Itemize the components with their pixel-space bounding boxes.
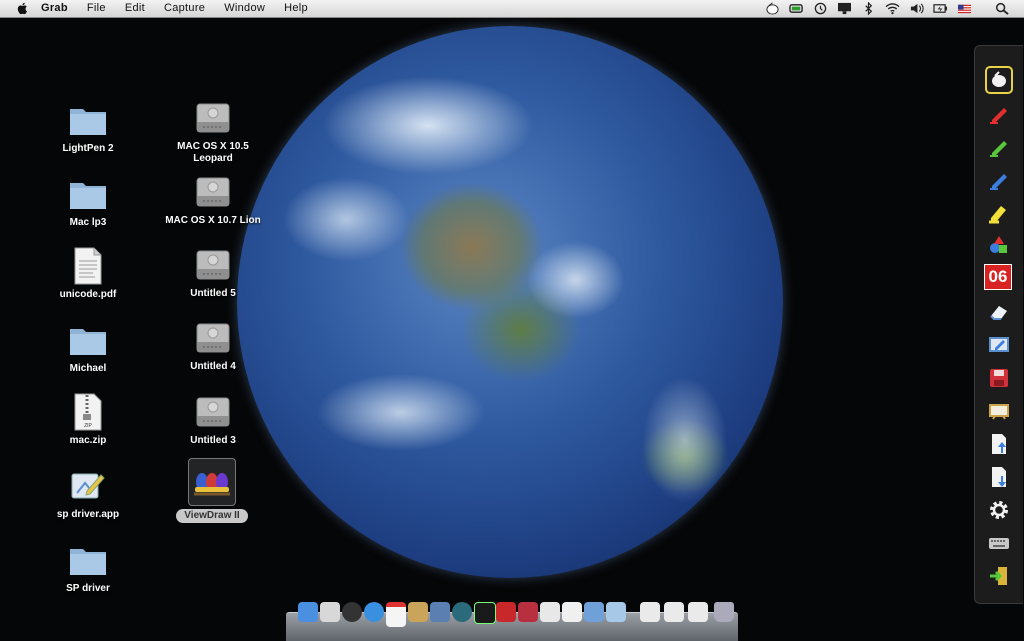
dock-mail-icon[interactable] (606, 602, 626, 622)
screen-capture-icon[interactable] (985, 331, 1013, 359)
us-flag-icon[interactable] (956, 2, 972, 15)
desktop-icon-label: Michael (69, 363, 107, 374)
display-icon[interactable] (836, 2, 852, 15)
desktop-icon-label: MAC OS X 10.7 Lion (165, 215, 261, 226)
dock-app-red-icon[interactable] (496, 602, 516, 622)
wifi-icon[interactable] (884, 2, 900, 15)
desktop-icon-unicode-pdf[interactable]: unicode.pdf (40, 246, 136, 301)
desktop-icon-mac-zip[interactable]: ZIP mac.zip (40, 392, 136, 447)
menu-app-grab[interactable]: Grab (41, 0, 68, 17)
dock-finder-icon[interactable] (298, 602, 318, 622)
desktop-icon-untitled-4[interactable]: Untitled 4 (165, 318, 261, 373)
folder-icon (68, 174, 108, 214)
dock-trash-icon[interactable] (714, 602, 734, 622)
desktop-icon-label: Untitled 5 (190, 288, 236, 299)
battery-icon[interactable] (932, 2, 948, 15)
dock-stack-1-icon[interactable] (640, 602, 660, 622)
desktop-icon-label: sp driver.app (56, 509, 120, 520)
volume-icon[interactable] (908, 2, 924, 15)
exit-icon[interactable] (985, 562, 1013, 590)
desktop-icon-mac-lp3[interactable]: Mac lp3 (40, 174, 136, 229)
dock-ical-icon[interactable] (386, 602, 406, 627)
folder-icon (68, 320, 108, 360)
app-icon (68, 466, 108, 506)
dock-dashboard-icon[interactable] (342, 602, 362, 622)
folder-icon (68, 100, 108, 140)
settings-gear-icon[interactable] (985, 496, 1013, 524)
earth-wallpaper-rim (237, 26, 783, 578)
desktop-icon-label: Untitled 4 (190, 361, 236, 372)
time-machine-icon[interactable] (812, 2, 828, 15)
dock-safari-icon[interactable] (364, 602, 384, 622)
folder-icon (68, 540, 108, 580)
desktop-icon-label: Untitled 3 (190, 435, 236, 446)
blue-pen-icon[interactable] (985, 165, 1013, 193)
whiteboard-pen-icon[interactable] (764, 2, 780, 15)
menu-bar: Grab File Edit Capture Window Help (0, 0, 1024, 18)
menu-window[interactable]: Window (224, 0, 265, 17)
dock-documents-icon[interactable] (540, 602, 560, 622)
desktop-icon-label: mac.zip (69, 435, 107, 446)
eraser-icon[interactable] (985, 298, 1013, 326)
apple-menu-icon[interactable] (16, 2, 28, 15)
pdf-document-icon (68, 246, 108, 286)
desktop-icon-label: unicode.pdf (59, 289, 117, 300)
yellow-highlighter-icon[interactable] (985, 198, 1013, 226)
desktop-icon-label: ViewDraw II (176, 509, 248, 523)
whiteboard-toolbar: 06 (974, 45, 1023, 604)
menu-edit[interactable]: Edit (125, 0, 145, 17)
save-icon[interactable] (985, 364, 1013, 392)
desktop-icon-label: LightPen 2 (62, 143, 114, 154)
hard-drive-icon (193, 392, 233, 432)
menu-help[interactable]: Help (284, 0, 308, 17)
desktop-icon-label: SP driver (66, 583, 110, 594)
hard-drive-icon (193, 172, 233, 212)
battery-app-icon[interactable] (788, 2, 804, 15)
blank-board-icon[interactable] (985, 397, 1013, 425)
dock-time-machine-icon[interactable] (452, 602, 472, 622)
status-menus (764, 0, 1024, 17)
spotlight-search-icon[interactable] (994, 2, 1010, 15)
dock-stack-3-icon[interactable] (688, 602, 708, 622)
menu-file[interactable]: File (87, 0, 106, 17)
desktop-icon-label: MAC OS X 10.5 Leopard (177, 141, 249, 164)
desktop-icon-viewdraw-ii[interactable]: ViewDraw II (164, 458, 260, 523)
desktop-icon-sp-driver-app[interactable]: sp driver.app (40, 466, 136, 521)
hard-drive-icon (193, 245, 233, 285)
dock-activity-monitor-icon[interactable] (474, 602, 496, 624)
dock-preview-icon[interactable] (320, 602, 340, 622)
keyboard-icon[interactable] (985, 529, 1013, 557)
desktop-icon-michael[interactable]: Michael (40, 320, 136, 375)
dock-stack-2-icon[interactable] (664, 602, 684, 622)
green-pen-icon[interactable] (985, 132, 1013, 160)
svg-text:ZIP: ZIP (84, 423, 92, 429)
hard-drive-icon (193, 98, 233, 138)
desktop-icon-mac-os-x-leopard[interactable]: MAC OS X 10.5 Leopard (165, 98, 261, 165)
dock-text-edit-icon[interactable] (562, 602, 582, 622)
desktop-icon-untitled-5[interactable]: Untitled 5 (165, 245, 261, 300)
desktop-icon-lightpen-2[interactable]: LightPen 2 (40, 100, 136, 155)
dock (286, 602, 738, 641)
page-up-icon[interactable] (985, 430, 1013, 458)
desktop-icon-mac-os-x-lion[interactable]: MAC OS X 10.7 Lion (165, 172, 261, 227)
page-number[interactable]: 06 (984, 264, 1012, 290)
dock-iphoto-icon[interactable] (584, 602, 604, 622)
red-pen-icon[interactable] (985, 99, 1013, 127)
page-down-icon[interactable] (985, 463, 1013, 491)
desktop-icon-untitled-3[interactable]: Untitled 3 (165, 392, 261, 447)
desktop-icon-sp-driver[interactable]: SP driver (40, 540, 136, 595)
hard-drive-icon (193, 318, 233, 358)
mouse-cursor-icon[interactable] (985, 66, 1013, 94)
zip-file-icon: ZIP (68, 392, 108, 432)
dock-address-book-icon[interactable] (408, 602, 428, 622)
menu-capture[interactable]: Capture (164, 0, 205, 17)
bluetooth-icon[interactable] (860, 2, 876, 15)
shapes-icon[interactable] (985, 231, 1013, 259)
dock-app-red-2-icon[interactable] (518, 602, 538, 622)
desktop-icon-label: Mac lp3 (69, 217, 107, 228)
viewdraw-app-icon (188, 458, 236, 506)
dock-expose-icon[interactable] (430, 602, 450, 622)
